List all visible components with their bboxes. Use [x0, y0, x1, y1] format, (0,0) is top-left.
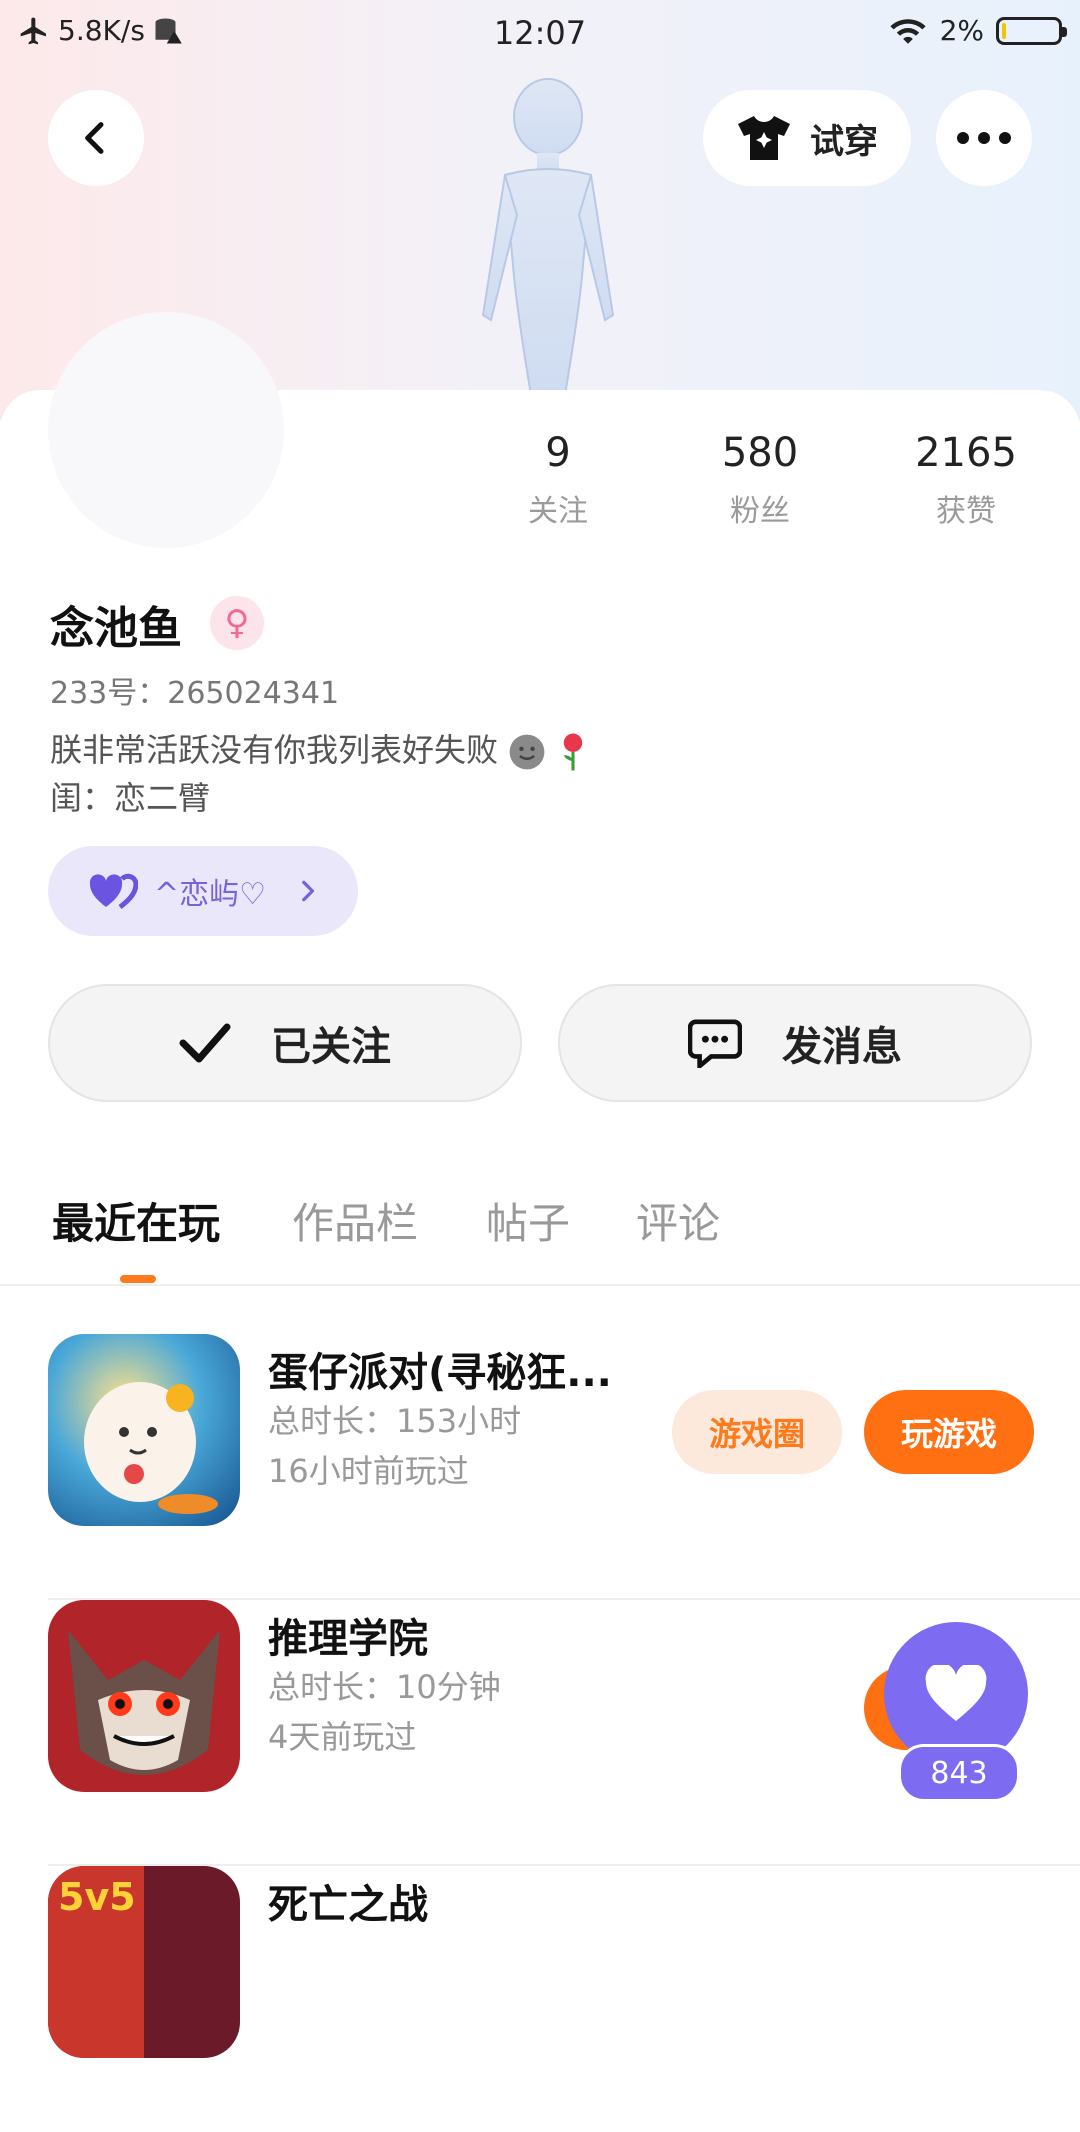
- followed-button[interactable]: 已关注: [48, 984, 522, 1102]
- couple-relationship-chip[interactable]: ^恋屿♡: [48, 846, 358, 936]
- svg-text:5v5: 5v5: [58, 1875, 136, 1919]
- game-icon-death-war[interactable]: 5v5: [48, 1866, 240, 2058]
- heart-icon: [925, 1665, 987, 1721]
- game-total-duration: 总时长：10分钟: [268, 1668, 501, 1706]
- tab-posts[interactable]: 帖子: [486, 1190, 570, 1251]
- game-title: 推理学院: [268, 1616, 428, 1662]
- status-bar: 5.8K/s 12:07 2%: [0, 0, 1080, 70]
- tab-recently-played[interactable]: 最近在玩: [52, 1190, 220, 1251]
- rose-emoji-icon: [564, 733, 583, 771]
- profile-tabs: 最近在玩 作品栏 帖子 评论: [0, 1180, 1080, 1286]
- game-last-played: 4天前玩过: [268, 1718, 417, 1756]
- more-options-button[interactable]: [936, 90, 1032, 186]
- game-meta: 总时长：10分钟 4天前玩过: [268, 1662, 501, 1762]
- stat-likes[interactable]: 2165 获赞: [886, 430, 1046, 530]
- checkmark-icon: [179, 1023, 231, 1063]
- game-icon-detective-academy[interactable]: [48, 1600, 240, 1792]
- tab-works[interactable]: 作品栏: [292, 1190, 418, 1251]
- back-button[interactable]: [48, 90, 144, 186]
- profile-bio: 朕非常活跃没有你我列表好失败 闺：恋二臂: [50, 726, 590, 822]
- chevron-right-icon: [302, 880, 315, 902]
- stat-likes-label: 获赞: [936, 494, 996, 529]
- game-circle-button[interactable]: 游戏圈: [672, 1390, 842, 1474]
- followed-label: 已关注: [271, 1024, 391, 1070]
- bio-line-1: 朕非常活跃没有你我列表好失败: [50, 731, 499, 769]
- like-count-badge: 843: [898, 1744, 1020, 1802]
- game-last-played: 16小时前玩过: [268, 1452, 469, 1490]
- game-title: 蛋仔派对(寻秘狂...: [268, 1350, 612, 1396]
- female-gender-icon: ♀: [210, 596, 264, 650]
- more-dots-icon: [957, 132, 1011, 144]
- stat-followers-label: 粉丝: [730, 494, 790, 529]
- stat-followers[interactable]: 580 粉丝: [680, 430, 840, 530]
- send-message-label: 发消息: [782, 1024, 902, 1070]
- game-list-item[interactable]: 蛋仔派对(寻秘狂... 总时长：153小时 16小时前玩过 游戏圈 玩游戏: [48, 1334, 1080, 1600]
- couple-label: ^恋屿♡: [154, 877, 267, 912]
- stat-following-label: 关注: [528, 494, 588, 529]
- try-on-label: 试穿: [810, 121, 878, 162]
- battery-icon: [996, 16, 1067, 45]
- chat-bubble-icon: [688, 1019, 742, 1068]
- stat-likes-value: 2165: [915, 430, 1017, 476]
- tab-comments[interactable]: 评论: [636, 1190, 720, 1251]
- game-list-item[interactable]: 5v5 死亡之战: [48, 1866, 1080, 2132]
- chevron-left-icon: [85, 122, 104, 154]
- send-message-button[interactable]: 发消息: [558, 984, 1032, 1102]
- active-tab-indicator: [120, 1275, 156, 1283]
- double-heart-icon: [89, 873, 138, 909]
- battery-percent: 2%: [939, 14, 984, 47]
- game-icon-eggy-party[interactable]: [48, 1334, 240, 1526]
- user-id: 233号：265024341: [50, 676, 340, 711]
- game-total-duration: 总时长：153小时: [268, 1402, 522, 1440]
- stat-followers-value: 580: [721, 430, 799, 476]
- game-title: 死亡之战: [268, 1882, 428, 1928]
- profile-name: 念池鱼: [50, 603, 182, 654]
- try-on-button[interactable]: 试穿: [703, 90, 911, 186]
- stat-following-value: 9: [545, 430, 571, 476]
- tshirt-icon: [738, 116, 790, 160]
- wifi-icon: [889, 18, 926, 44]
- stat-following[interactable]: 9 关注: [478, 430, 638, 530]
- play-game-button[interactable]: 玩游戏: [864, 1390, 1034, 1474]
- bio-line-2: 闺：恋二臂: [50, 779, 211, 817]
- smile-emoji-icon: [509, 734, 545, 770]
- avatar-figure-illustration: [481, 78, 615, 395]
- game-meta: 总时长：153小时 16小时前玩过: [268, 1396, 521, 1496]
- avatar[interactable]: [48, 312, 284, 548]
